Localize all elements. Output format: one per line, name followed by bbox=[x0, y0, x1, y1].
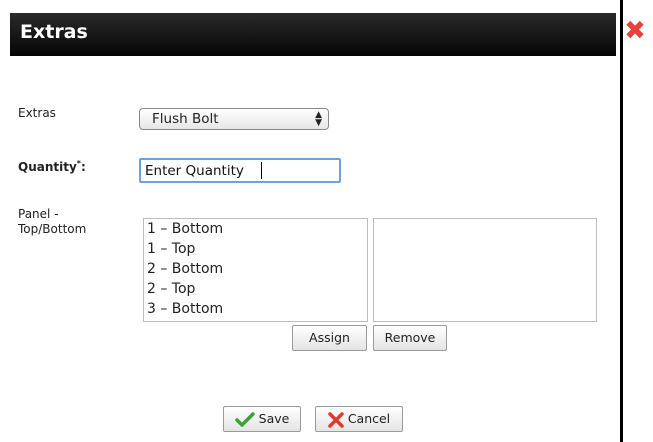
panel-label-line1: Panel - bbox=[18, 207, 59, 221]
assign-button[interactable]: Assign bbox=[292, 325, 367, 351]
list-item[interactable]: 2 – Top bbox=[144, 279, 367, 299]
checkmark-icon bbox=[234, 411, 255, 427]
list-item[interactable]: 1 – Bottom bbox=[144, 219, 367, 239]
list-item[interactable]: 3 – Bottom bbox=[144, 299, 367, 319]
cancel-button-label: Cancel bbox=[347, 411, 391, 426]
dialog-title: Extras bbox=[20, 21, 88, 43]
cancel-button[interactable]: Cancel bbox=[315, 406, 403, 432]
remove-button[interactable]: Remove bbox=[373, 325, 447, 351]
close-icon[interactable]: ✖ bbox=[622, 18, 648, 44]
panel-available-list[interactable]: 1 – Bottom 1 – Top 2 – Bottom 2 – Top 3 … bbox=[143, 218, 368, 322]
extras-label: Extras bbox=[18, 106, 56, 120]
list-item[interactable]: 2 – Bottom bbox=[144, 259, 367, 279]
panel-assigned-list[interactable] bbox=[373, 218, 597, 322]
quantity-label: Quantity*: bbox=[18, 159, 86, 174]
dialog-titlebar: Extras bbox=[10, 13, 616, 56]
save-button-label: Save bbox=[258, 411, 290, 426]
extras-select-value: Flush Bolt bbox=[152, 111, 219, 127]
panel-label-line2: Top/Bottom bbox=[18, 222, 87, 236]
extras-select[interactable]: Flush Bolt ▲ ▼ bbox=[139, 108, 329, 130]
extras-dialog: Extras Extras Flush Bolt ▲▼ Quantity*: P… bbox=[0, 0, 623, 442]
save-button[interactable]: Save bbox=[223, 406, 301, 432]
list-item[interactable]: 1 – Top bbox=[144, 239, 367, 259]
select-arrows-icon: ▲ ▼ bbox=[315, 110, 322, 128]
quantity-label-text: Quantity bbox=[18, 160, 77, 174]
x-icon bbox=[328, 411, 344, 428]
panel-label: Panel - Top/Bottom bbox=[18, 207, 86, 237]
quantity-input[interactable] bbox=[139, 158, 341, 183]
quantity-label-colon: : bbox=[80, 160, 86, 174]
text-caret bbox=[261, 162, 262, 179]
